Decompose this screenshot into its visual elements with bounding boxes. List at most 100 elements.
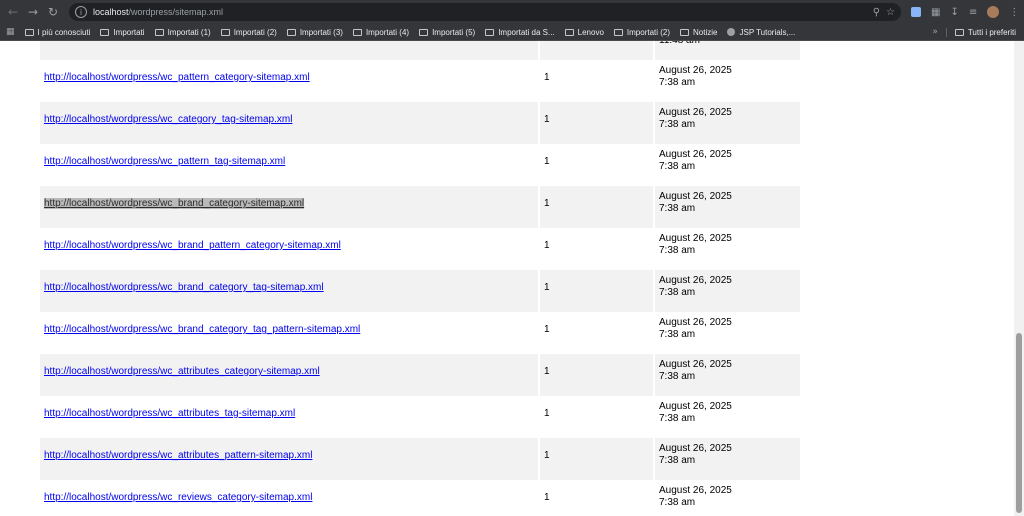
url-count: 1	[544, 366, 550, 377]
bookmark-folder[interactable]: Importati	[100, 27, 145, 37]
bookmark-label: Importati (2)	[626, 27, 671, 37]
folder-icon	[954, 28, 964, 36]
bookmark-label: Notizie	[693, 27, 718, 37]
sitemap-link[interactable]: http://localhost/wordpress/wc_pattern_ca…	[44, 72, 310, 83]
extension-icon[interactable]	[911, 7, 921, 17]
bookmark-label: Importati (1)	[167, 27, 211, 37]
sitemap-link[interactable]: http://localhost/wordpress/wc_attributes…	[44, 408, 295, 419]
bookmark-label: Importati (4)	[365, 27, 410, 37]
bookmarks-bar: ▦ I più conosciuti Importati Importati (…	[0, 24, 1024, 41]
lastmod-time: 11:48 am	[659, 41, 796, 47]
table-row: http://localhost/wordpress/wc_reviews_ca…	[40, 480, 800, 516]
sitemap-link[interactable]: http://localhost/wordpress/wc_brand_cate…	[44, 324, 360, 335]
download-icon[interactable]: ↧	[950, 7, 958, 18]
star-icon[interactable]: ☆	[886, 7, 895, 18]
lastmod-time: 7:38 am	[659, 161, 696, 172]
lastmod-time: 7:38 am	[659, 413, 696, 424]
folder-icon	[419, 28, 429, 36]
bookmark-folder[interactable]: Importati da S...	[485, 28, 555, 37]
url-cell: http://localhost/wordpress/wc_reviews_ca…	[40, 480, 540, 516]
folder-icon	[564, 28, 574, 36]
sitemap-link[interactable]: http://localhost/wordpress/wc_brand_cate…	[44, 198, 305, 209]
count-cell: 1	[540, 354, 655, 396]
lastmod-date: August 26, 2025	[659, 401, 732, 412]
lastmod-time: 7:38 am	[659, 329, 696, 340]
count-cell: 1	[540, 438, 655, 480]
bookmark-folder[interactable]: Importati (4)	[352, 27, 410, 37]
url-cell: http://localhost/wordpress/wc_pattern_ta…	[40, 144, 540, 186]
bookmark-folder[interactable]: Importati (5)	[419, 28, 475, 37]
url-cell: http://localhost/wordpress/wc_brand_patt…	[40, 228, 540, 270]
globe-icon	[727, 28, 736, 36]
bookmark-folder[interactable]: Importati (1)	[154, 27, 211, 37]
lastmod-date: August 26, 2025	[659, 359, 732, 370]
bookmark-label: Importati	[113, 27, 145, 37]
all-bookmarks-label: Tutti i preferiti	[967, 27, 1016, 37]
lastmod-cell: August 26, 2025 7:38 am	[655, 354, 800, 396]
url-count: 1	[544, 198, 550, 209]
address-bar[interactable]: i localhost/wordpress/sitemap.xml ⚲ ☆	[69, 3, 901, 21]
url-count: 1	[544, 282, 550, 293]
url-cell: http://localhost/wordpress/wc_attributes…	[40, 438, 540, 480]
all-bookmarks-button[interactable]: Tutti i preferiti	[945, 27, 1016, 37]
back-icon[interactable]: ←	[3, 2, 23, 22]
apps-icon[interactable]: ▦	[6, 27, 15, 37]
folder-icon	[352, 28, 362, 36]
more-bookmarks-button[interactable]: »	[932, 27, 938, 37]
zoom-icon[interactable]: ⚲	[873, 7, 880, 18]
lastmod-date: August 26, 2025	[659, 65, 732, 76]
reload-icon[interactable]: ↻	[43, 2, 63, 22]
bookmark-folder[interactable]: Importati (2)	[220, 28, 277, 37]
tab-search-icon[interactable]: ≡	[969, 7, 977, 18]
lastmod-time: 7:38 am	[659, 497, 696, 508]
site-info-icon[interactable]: i	[75, 6, 87, 18]
count-cell: 1	[540, 144, 655, 186]
lastmod-time: 7:38 am	[659, 77, 696, 88]
bookmark-folder[interactable]: Notizie	[680, 28, 717, 37]
lastmod-date: August 26, 2025	[659, 317, 732, 328]
scrollbar-thumb[interactable]	[1016, 333, 1022, 513]
sitemap-link[interactable]: http://localhost/wordpress/wc_pattern_ta…	[44, 156, 285, 167]
url-cell: http://localhost/wordpress/wc_brand_cate…	[40, 270, 540, 312]
table-row: http://localhost/wordpress/wc_attributes…	[40, 354, 800, 396]
bookmark-label: I più conosciuti	[37, 27, 91, 37]
table-row: http://localhost/wordpress/wc_attributes…	[40, 438, 800, 480]
lastmod-cell: August 26, 2025 7:38 am	[655, 396, 800, 438]
puzzle-icon[interactable]: ▦	[931, 7, 940, 18]
sitemap-link[interactable]: http://localhost/wordpress/wc_attributes…	[44, 366, 320, 377]
bookmark-folder[interactable]: Lenovo	[564, 28, 604, 37]
menu-icon[interactable]: ⋮	[1009, 7, 1019, 18]
table-row: http://localhost/wordpress/wc_pattern_ca…	[40, 60, 800, 102]
url-path: /wordpress/sitemap.xml	[128, 7, 224, 17]
sitemap-link[interactable]: http://localhost/wordpress/wc_brand_patt…	[44, 240, 341, 251]
count-cell: 1	[540, 60, 655, 102]
lastmod-date: August 26, 2025	[659, 149, 732, 160]
url-count: 1	[544, 324, 550, 335]
sitemap-link[interactable]: http://localhost/wordpress/wc_reviews_ca…	[44, 492, 312, 503]
lastmod-cell: August 26, 2025 7:38 am	[655, 312, 800, 354]
bookmark-folder[interactable]: I più conosciuti	[24, 27, 91, 37]
lastmod-date: August 26, 2025	[659, 485, 732, 496]
folder-icon	[100, 28, 110, 36]
table-row: http://localhost/wordpress/wc_pattern_ta…	[40, 144, 800, 186]
url-cell: http://localhost/wordpress/wc_attributes…	[40, 396, 540, 438]
count-cell: 1	[540, 270, 655, 312]
count-cell: 1	[540, 480, 655, 516]
bookmark-link[interactable]: JSP Tutorials,...	[727, 28, 795, 37]
lastmod-time: 7:38 am	[659, 371, 696, 382]
bookmark-folder[interactable]: Importati (2)	[613, 27, 671, 37]
avatar[interactable]	[987, 6, 1000, 18]
bookmark-folder[interactable]: Importati (3)	[286, 28, 343, 37]
sitemap-link[interactable]: http://localhost/wordpress/wc_brand_cate…	[44, 282, 324, 293]
lastmod-cell: August 26, 2025 7:38 am	[655, 60, 800, 102]
lastmod-time: 7:38 am	[659, 203, 696, 214]
sitemap-link[interactable]: http://localhost/wordpress/wc_category_t…	[44, 114, 292, 125]
sitemap-link[interactable]: http://localhost/wordpress/wc_attributes…	[44, 450, 312, 461]
scrollbar[interactable]	[1014, 41, 1024, 516]
url-text[interactable]: localhost/wordpress/sitemap.xml	[93, 7, 223, 17]
lastmod-cell: August 26, 2025 7:38 am	[655, 186, 800, 228]
table-row: http://localhost/wordpress/wc_brand_cate…	[40, 312, 800, 354]
url-count: 1	[544, 156, 550, 167]
lastmod-time: 7:38 am	[659, 287, 696, 298]
forward-icon[interactable]: →	[23, 2, 43, 22]
